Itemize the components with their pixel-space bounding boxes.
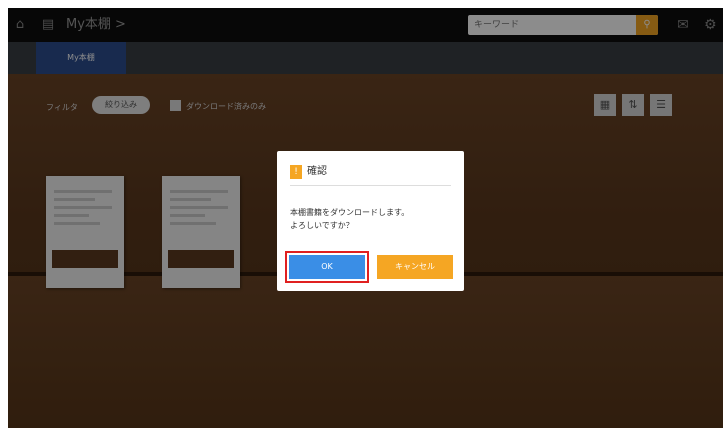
ok-button[interactable]: OK	[289, 255, 365, 279]
info-icon: !	[290, 165, 302, 179]
dialog-message: 本棚書籍をダウンロードします。 よろしいですか？	[290, 206, 450, 232]
dialog-message-line1: 本棚書籍をダウンロードします。	[290, 208, 410, 217]
confirm-dialog: ! 確認 本棚書籍をダウンロードします。 よろしいですか？ OK キャンセル	[277, 151, 464, 291]
dialog-divider	[290, 185, 451, 186]
dialog-message-line2: よろしいですか？	[290, 221, 354, 230]
app-window: ⌂ ▤ My本棚 > ⚲ ✉ ⚙ My本棚 フィルタ 絞り込み ダウンロード済み…	[8, 8, 723, 428]
cancel-button[interactable]: キャンセル	[377, 255, 453, 279]
dialog-title: 確認	[307, 166, 327, 177]
